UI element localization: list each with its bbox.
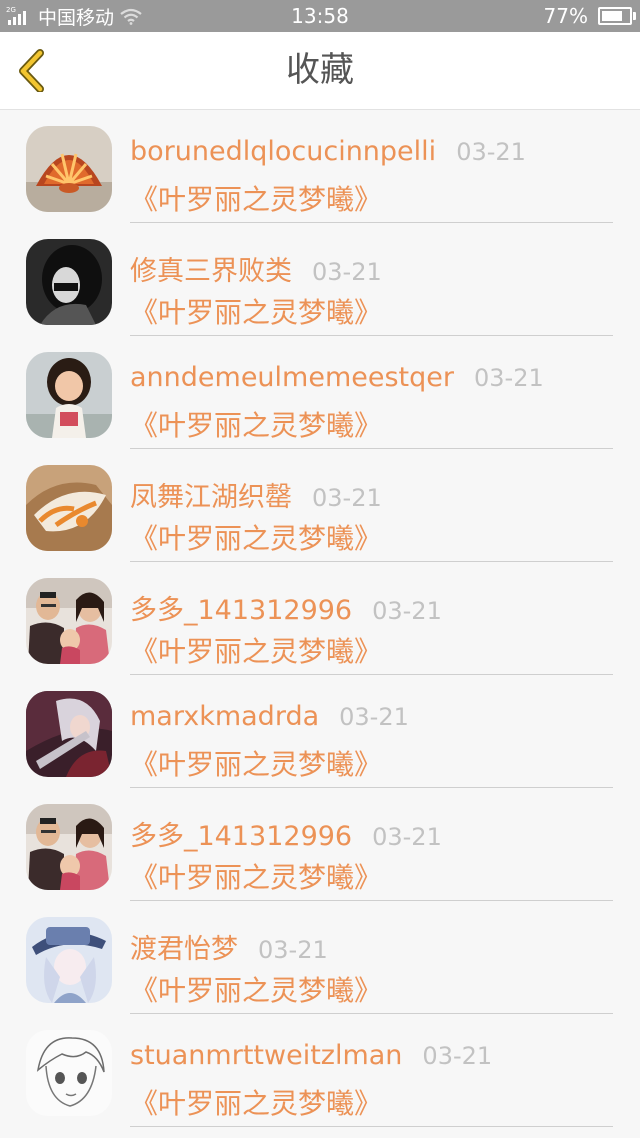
item-header: 修真三界败类 03-21 bbox=[130, 249, 382, 289]
book-title[interactable]: 《叶罗丽之灵梦曦》 bbox=[130, 404, 382, 444]
favorites-list: borunedlqlocucinnpelli 03-21 《叶罗丽之灵梦曦》 修… bbox=[0, 110, 640, 1127]
item-header: 多多_141312996 03-21 bbox=[130, 814, 442, 854]
page-title: 收藏 bbox=[286, 50, 354, 90]
username[interactable]: stuanmrttweitzlman bbox=[130, 1040, 402, 1071]
item-header: 渡君怡梦 03-21 bbox=[130, 927, 328, 967]
anime-hat-avatar[interactable] bbox=[26, 917, 112, 1003]
anime-sketch-avatar[interactable] bbox=[26, 1030, 112, 1116]
book-title[interactable]: 《叶罗丽之灵梦曦》 bbox=[130, 517, 382, 557]
username[interactable]: 凤舞江湖织罄 bbox=[130, 475, 292, 514]
list-item[interactable]: 多多_141312996 03-21 《叶罗丽之灵梦曦》 bbox=[0, 562, 640, 675]
date: 03-21 bbox=[339, 703, 409, 731]
book-title[interactable]: 《叶罗丽之灵梦曦》 bbox=[130, 856, 382, 896]
item-header: 多多_141312996 03-21 bbox=[130, 588, 442, 628]
date: 03-21 bbox=[422, 1042, 493, 1070]
book-title[interactable]: 《叶罗丽之灵梦曦》 bbox=[130, 178, 382, 218]
username[interactable]: 修真三界败类 bbox=[130, 249, 292, 288]
list-item[interactable]: stuanmrttweitzlman 03-21 《叶罗丽之灵梦曦》 bbox=[0, 1014, 640, 1127]
anime-warrior-avatar[interactable] bbox=[26, 691, 112, 777]
username[interactable]: anndemeulmemeestqer bbox=[130, 362, 454, 393]
item-header: 凤舞江湖织罄 03-21 bbox=[130, 475, 382, 515]
date: 03-21 bbox=[456, 138, 526, 166]
list-item[interactable]: marxkmadrda 03-21 《叶罗丽之灵梦曦》 bbox=[0, 675, 640, 788]
username[interactable]: 渡君怡梦 bbox=[130, 927, 238, 966]
date: 03-21 bbox=[312, 484, 382, 512]
book-title[interactable]: 《叶罗丽之灵梦曦》 bbox=[130, 969, 382, 1009]
date: 03-21 bbox=[372, 823, 442, 851]
book-title[interactable]: 《叶罗丽之灵梦曦》 bbox=[130, 1082, 382, 1122]
book-title[interactable]: 《叶罗丽之灵梦曦》 bbox=[130, 630, 382, 670]
date: 03-21 bbox=[372, 597, 442, 625]
date: 03-21 bbox=[474, 364, 544, 392]
username[interactable]: 多多_141312996 bbox=[130, 814, 352, 853]
seashell-orange-avatar[interactable] bbox=[26, 465, 112, 551]
list-item[interactable]: anndemeulmemeestqer 03-21 《叶罗丽之灵梦曦》 bbox=[0, 336, 640, 449]
item-header: anndemeulmemeestqer 03-21 bbox=[130, 362, 544, 402]
date: 03-21 bbox=[258, 936, 328, 964]
list-item[interactable]: 多多_141312996 03-21 《叶罗丽之灵梦曦》 bbox=[0, 788, 640, 901]
girl-bw-avatar[interactable] bbox=[26, 239, 112, 325]
battery-percent: 77% bbox=[543, 4, 588, 28]
family-photo-avatar[interactable] bbox=[26, 804, 112, 890]
divider bbox=[130, 1126, 613, 1127]
battery-icon bbox=[598, 7, 636, 25]
nav-bar: 收藏 bbox=[0, 32, 640, 110]
item-header: borunedlqlocucinnpelli 03-21 bbox=[130, 136, 526, 176]
status-bar: 2G 中国移动 13:58 77% bbox=[0, 0, 640, 32]
item-header: stuanmrttweitzlman 03-21 bbox=[130, 1040, 492, 1080]
book-title[interactable]: 《叶罗丽之灵梦曦》 bbox=[130, 291, 382, 331]
username[interactable]: borunedlqlocucinnpelli bbox=[130, 136, 436, 167]
book-title[interactable]: 《叶罗丽之灵梦曦》 bbox=[130, 743, 382, 783]
item-header: marxkmadrda 03-21 bbox=[130, 701, 409, 741]
list-item[interactable]: borunedlqlocucinnpelli 03-21 《叶罗丽之灵梦曦》 bbox=[0, 110, 640, 223]
list-item[interactable]: 凤舞江湖织罄 03-21 《叶罗丽之灵梦曦》 bbox=[0, 449, 640, 562]
status-right: 77% bbox=[543, 0, 636, 32]
list-item[interactable]: 修真三界败类 03-21 《叶罗丽之灵梦曦》 bbox=[0, 223, 640, 336]
date: 03-21 bbox=[312, 258, 382, 286]
username[interactable]: marxkmadrda bbox=[130, 701, 319, 732]
family-photo-avatar[interactable] bbox=[26, 578, 112, 664]
child-photo-avatar[interactable] bbox=[26, 352, 112, 438]
seashell-avatar[interactable] bbox=[26, 126, 112, 212]
list-item[interactable]: 渡君怡梦 03-21 《叶罗丽之灵梦曦》 bbox=[0, 901, 640, 1014]
username[interactable]: 多多_141312996 bbox=[130, 588, 352, 627]
